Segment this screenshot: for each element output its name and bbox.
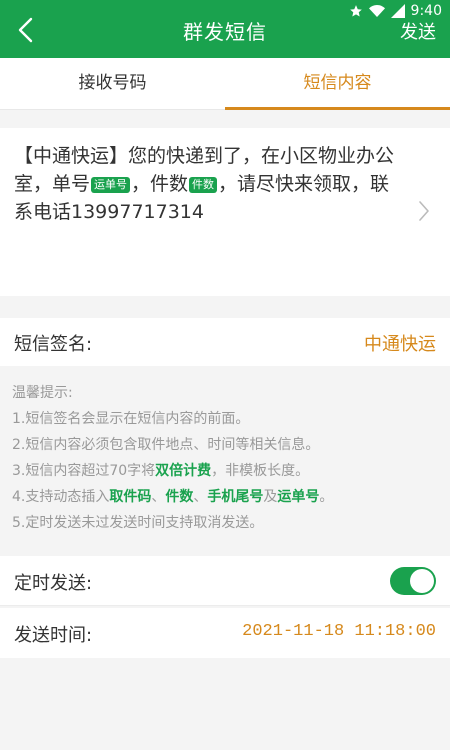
tip-text: 。 xyxy=(319,489,334,505)
signature-label: 短信签名: xyxy=(14,334,93,355)
tip-line: 3.短信内容超过70字将双倍计费，非模板长度。 xyxy=(12,458,442,484)
tip-text: 、 xyxy=(193,489,208,505)
app-header: 9:40 群发短信 发送 xyxy=(0,0,450,58)
item-count-tag: 件数 xyxy=(189,177,218,193)
scheduled-send-row: 定时发送: xyxy=(0,556,450,606)
tip-line: 5.定时发送未过发送时间支持取消发送。 xyxy=(12,515,264,531)
scheduled-send-label: 定时发送: xyxy=(14,573,93,594)
toggle-knob xyxy=(410,569,434,593)
tip-highlight: 取件码 xyxy=(109,489,152,505)
tip-highlight: 手机尾号 xyxy=(207,489,264,505)
send-time-value[interactable]: 2021-11-18 11:18:00 xyxy=(242,622,436,641)
message-card[interactable]: 【中通快运】您的快递到了，在小区物业办公室，单号 运单号 ，件数 件数 ，请尽快来领取，… xyxy=(0,128,450,296)
tips-title: 温馨提示: xyxy=(12,385,73,401)
tip-text: ，非模板长度。 xyxy=(211,463,310,479)
tab-message-content[interactable]: 短信内容 xyxy=(225,58,450,110)
tip-text: 及 xyxy=(263,489,278,505)
tab-recipients[interactable]: 接收号码 xyxy=(0,58,225,109)
tip-text: 、 xyxy=(151,489,166,505)
send-time-label: 发送时间: xyxy=(14,625,93,646)
page-title: 群发短信 xyxy=(183,20,267,44)
tip-line: 1.短信签名会显示在短信内容的前面。 xyxy=(12,411,250,427)
message-text: 【中通快运】您的快递到了，在小区物业办公室，单号 运单号 ，件数 件数 ，请尽快来领取，… xyxy=(14,142,394,226)
message-segment: ，件数 xyxy=(131,173,189,195)
tab-bar: 接收号码 短信内容 xyxy=(0,58,450,110)
scheduled-send-toggle[interactable] xyxy=(390,567,436,595)
tip-line: 2.短信内容必须包含取件地点、时间等相关信息。 xyxy=(12,437,320,453)
send-button[interactable]: 发送 xyxy=(400,18,436,44)
tips-section: 温馨提示: 1.短信签名会显示在短信内容的前面。 2.短信内容必须包含取件地点、… xyxy=(12,380,442,536)
tip-text: 3.短信内容超过70字将 xyxy=(12,463,156,479)
signature-row[interactable]: 短信签名: 中通快运 xyxy=(0,318,450,366)
chevron-right-icon[interactable] xyxy=(418,200,430,222)
signature-value: 中通快运 xyxy=(364,334,436,355)
tip-line: 4.支持动态插入取件码、件数、手机尾号及运单号。 xyxy=(12,484,442,510)
tip-highlight: 双倍计费 xyxy=(155,463,212,479)
send-time-row[interactable]: 发送时间: 2021-11-18 11:18:00 xyxy=(0,608,450,658)
tip-text: 4.支持动态插入 xyxy=(12,489,110,505)
tip-highlight: 件数 xyxy=(165,489,194,505)
tracking-number-tag: 运单号 xyxy=(91,177,131,193)
tip-highlight: 运单号 xyxy=(277,489,320,505)
